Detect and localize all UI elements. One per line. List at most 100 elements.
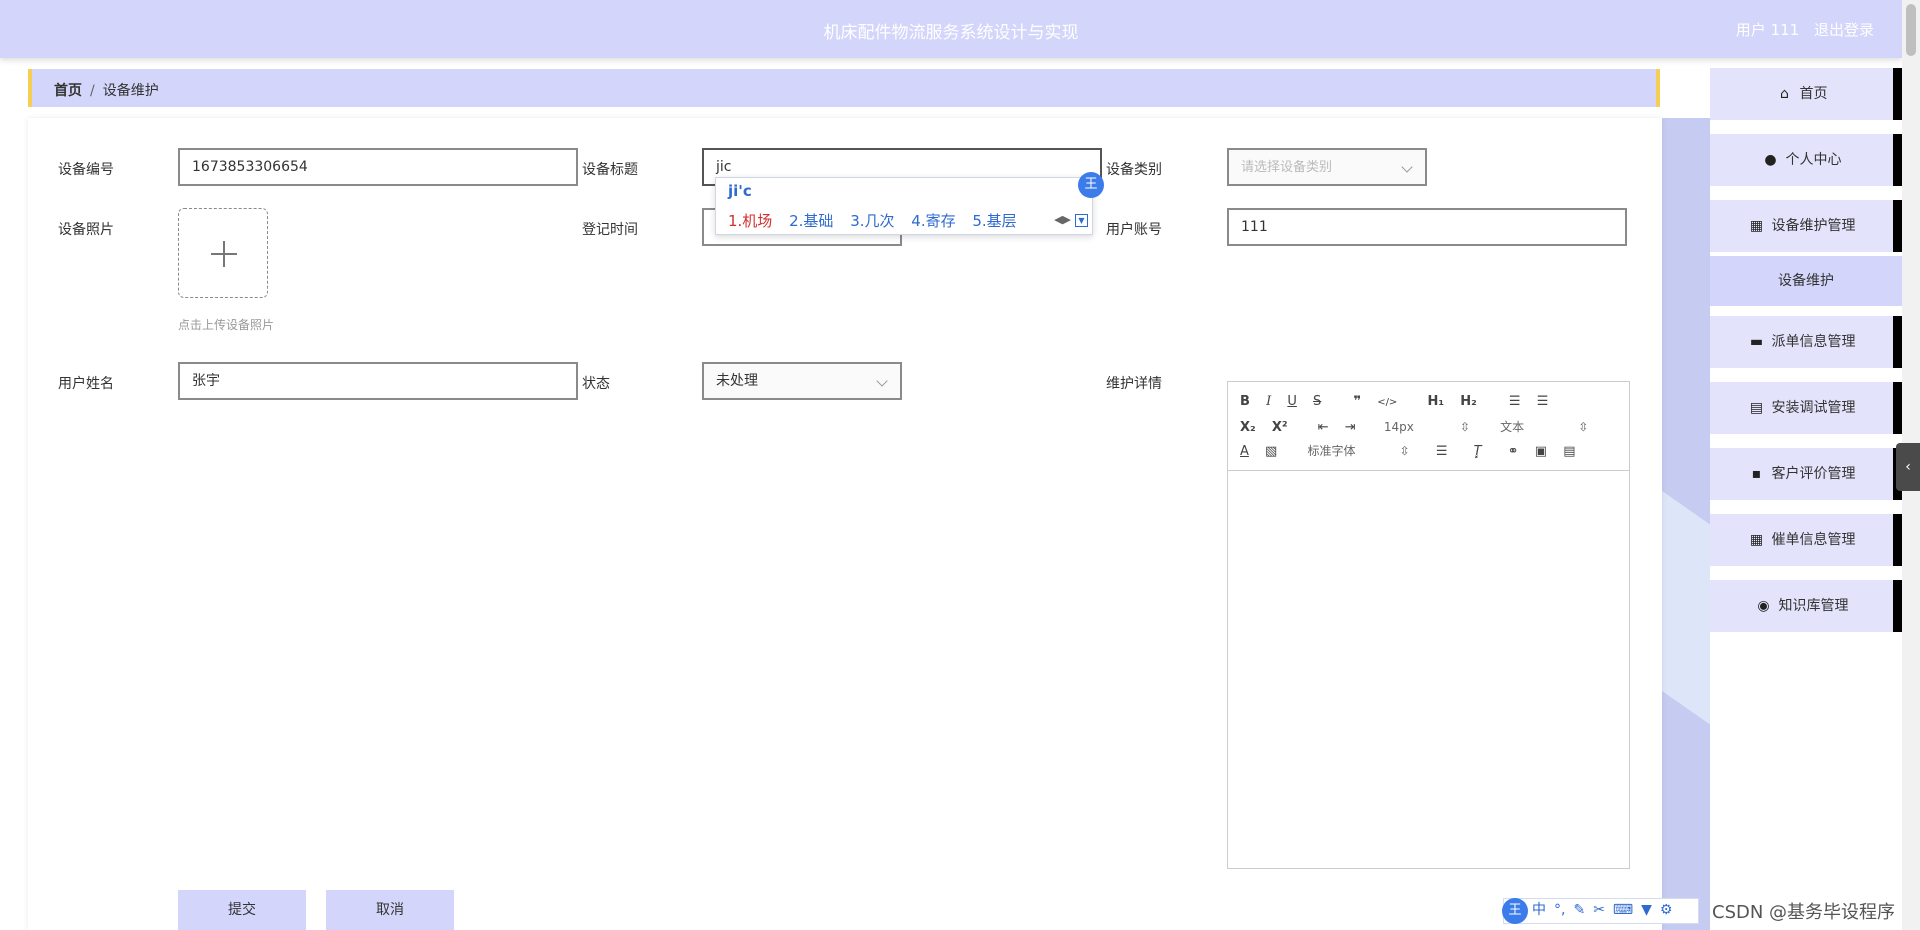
ordered-list-icon[interactable]: ☰ (1509, 394, 1521, 409)
sidebar-item-profile[interactable]: ● 个人中心 (1710, 134, 1902, 186)
bold-icon[interactable]: B (1240, 394, 1250, 409)
register-time-label: 登记时间 (582, 222, 638, 238)
ime-expand-icon[interactable]: ▼ (1075, 214, 1088, 227)
keyboard-icon[interactable]: ⌨ (1613, 902, 1633, 918)
grid-icon: ▦ (1749, 532, 1764, 548)
scissors-icon[interactable]: ✂ (1593, 902, 1605, 918)
device-no-label: 设备编号 (58, 162, 114, 178)
device-type-label: 设备类别 (1106, 162, 1162, 178)
font-family-select[interactable]: 标准字体 (1307, 442, 1355, 459)
ime-candidate[interactable]: 5.基层 (972, 212, 1016, 230)
pen-icon[interactable]: ✎ (1573, 902, 1585, 918)
chevron-updown-icon: ⇳ (1459, 420, 1471, 434)
underline-icon[interactable]: U (1287, 394, 1297, 409)
user-account-label: 用户账号 (1106, 222, 1162, 238)
sidebar-item-install[interactable]: ▤ 安装调试管理 (1710, 382, 1902, 434)
font-color-icon[interactable]: A (1240, 444, 1249, 459)
user-name-input[interactable]: 张宇 (178, 362, 578, 400)
font-size-select[interactable]: 14px (1384, 420, 1414, 434)
chevron-down-icon (1401, 161, 1413, 173)
user-icon: ● (1764, 152, 1777, 168)
submit-button[interactable]: 提交 (178, 890, 306, 930)
code-icon[interactable]: </> (1377, 397, 1397, 408)
breadcrumb-home[interactable]: 首页 (54, 83, 82, 99)
ime-candidate-popup: ji'c 王 1.机场 2.基础 3.几次 4.寄存 5.基层 ◀▶ ▼ (715, 172, 1104, 235)
block-type-select[interactable]: 文本 (1500, 418, 1524, 435)
photo-upload-tip: 点击上传设备照片 (178, 318, 275, 332)
strike-icon[interactable]: S (1313, 394, 1321, 409)
chevron-down-icon (876, 375, 888, 387)
sidebar: ⌂ 首页 ● 个人中心 ▦ 设备维护管理 设备维护 ▬ 派单信息管理 ▤ 安装调试管理 ▪… (1710, 58, 1920, 930)
skin-icon[interactable]: ▼ (1641, 902, 1652, 918)
subscript-icon[interactable]: X₂ (1240, 420, 1256, 435)
clear-format-icon[interactable]: T͓ (1474, 444, 1482, 459)
device-type-select[interactable]: 请选择设备类别 (1227, 148, 1427, 186)
ime-composition: ji'c (728, 182, 752, 200)
editor-toolbar: B I U S ❞ </> H₁ H₂ ☰ ☰ X₂ X² ⇤ ⇥ 14px ⇳… (1228, 382, 1629, 471)
sidebar-item-device-maintenance-mgmt[interactable]: ▦ 设备维护管理 (1710, 200, 1902, 252)
chevron-updown-icon: ⇳ (1578, 420, 1589, 434)
sidebar-item-reminder[interactable]: ▦ 催单信息管理 (1710, 514, 1902, 566)
settings-icon[interactable]: ⚙ (1660, 902, 1673, 918)
align-icon[interactable]: ☰ (1436, 444, 1448, 459)
device-no-input[interactable]: 1673853306654 (178, 148, 578, 186)
user-name-label: 用户姓名 (58, 376, 114, 392)
ime-candidate[interactable]: 2.基础 (789, 212, 833, 230)
ime-candidate[interactable]: 4.寄存 (911, 212, 955, 230)
status-select[interactable]: 未处理 (702, 362, 902, 400)
image-icon[interactable]: ▣ (1535, 444, 1547, 459)
outdent-icon[interactable]: ⇤ (1318, 420, 1329, 435)
breadcrumb-current: 设备维护 (102, 83, 159, 99)
sidebar-item-review[interactable]: ▪ 客户评价管理 (1710, 448, 1902, 500)
breadcrumb-separator: / (90, 83, 95, 99)
current-user: 用户 111 (1735, 21, 1800, 39)
sidebar-subitem-device-maintenance[interactable]: 设备维护 (1710, 256, 1902, 306)
italic-icon[interactable]: I (1266, 394, 1271, 409)
monitor-icon: ▬ (1749, 334, 1764, 350)
ime-candidate[interactable]: 1.机场 (728, 212, 772, 230)
cancel-button[interactable]: 取消 (326, 890, 454, 930)
home-icon: ⌂ (1780, 86, 1789, 102)
indent-icon[interactable]: ⇥ (1345, 420, 1356, 435)
bulb-icon: ◉ (1757, 598, 1770, 614)
device-type-placeholder: 请选择设备类别 (1241, 160, 1333, 175)
link-icon[interactable]: ⚭ (1508, 444, 1519, 459)
status-label: 状态 (582, 376, 610, 392)
breadcrumb: 首页 / 设备维护 (28, 69, 1660, 107)
chevron-left-icon: ‹ (1905, 459, 1911, 475)
ime-mode-toggle[interactable]: 中 (1532, 902, 1546, 918)
logout-link[interactable]: 退出登录 (1814, 21, 1874, 39)
user-account-input[interactable]: 111 (1227, 208, 1627, 246)
sidebar-item-dispatch[interactable]: ▬ 派单信息管理 (1710, 316, 1902, 368)
quote-icon[interactable]: ❞ (1353, 394, 1361, 409)
bullet-list-icon[interactable]: ☰ (1537, 394, 1549, 409)
ime-status-bar[interactable]: 王中 °, ✎ ✂ ⌨ ▼ ⚙ (1502, 898, 1699, 924)
h1-icon[interactable]: H₁ (1427, 394, 1444, 409)
video-icon[interactable]: ▤ (1563, 444, 1575, 459)
grid-icon: ▦ (1749, 218, 1764, 234)
punctuation-icon[interactable]: °, (1554, 902, 1565, 918)
scrollbar-thumb[interactable] (1906, 4, 1916, 56)
app-title: 机床配件物流服务系统设计与实现 (823, 23, 1079, 43)
user-area: 用户 111 退出登录 (1726, 19, 1874, 40)
watermark: CSDN @基务毕设程序 (1712, 902, 1896, 923)
top-bar: 机床配件物流服务系统设计与实现 用户 111 退出登录 (0, 0, 1902, 58)
sidebar-item-home[interactable]: ⌂ 首页 (1710, 68, 1902, 120)
photo-upload-button[interactable] (178, 208, 268, 298)
background-color-icon[interactable]: ▧ (1265, 444, 1277, 459)
detail-label: 维护详情 (1106, 376, 1162, 392)
ime-logo-icon: 王 (1502, 898, 1528, 924)
ime-logo-icon: 王 (1078, 172, 1104, 198)
superscript-icon[interactable]: X² (1272, 420, 1288, 435)
ime-page-nav[interactable]: ◀▶ ▼ (1054, 213, 1088, 227)
sidebar-collapse-button[interactable]: ‹ (1896, 443, 1920, 491)
h2-icon[interactable]: H₂ (1460, 394, 1477, 409)
rich-text-editor: B I U S ❞ </> H₁ H₂ ☰ ☰ X₂ X² ⇤ ⇥ 14px ⇳… (1227, 381, 1630, 869)
device-photo-label: 设备照片 (58, 222, 114, 238)
chat-icon: ▪ (1751, 466, 1762, 482)
sidebar-item-knowledge[interactable]: ◉ 知识库管理 (1710, 580, 1902, 632)
chevron-updown-icon: ⇳ (1399, 444, 1410, 458)
status-value: 未处理 (716, 373, 758, 389)
ime-candidate[interactable]: 3.几次 (850, 212, 894, 230)
device-title-label: 设备标题 (582, 162, 638, 178)
